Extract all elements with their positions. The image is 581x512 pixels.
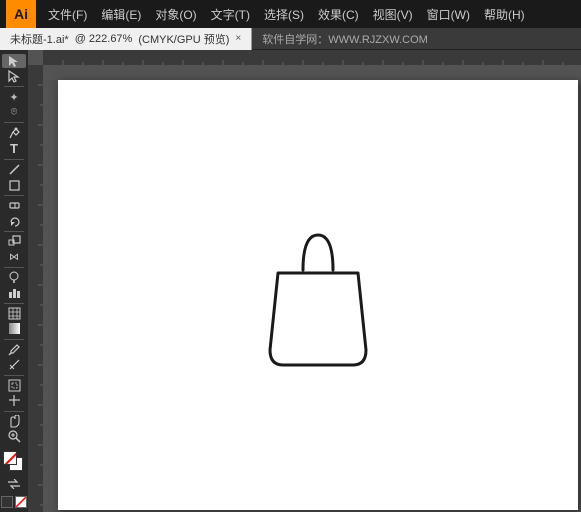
solid-color-icon[interactable] xyxy=(1,496,13,508)
none-color-icon[interactable] xyxy=(15,496,27,508)
zoom-tool[interactable] xyxy=(2,430,26,444)
eyedropper-tool[interactable] xyxy=(2,343,26,357)
tool-divider-5 xyxy=(4,231,24,232)
tool-divider-2 xyxy=(4,122,24,123)
type-tool[interactable]: T xyxy=(2,141,26,156)
tab-bar: 未标题-1.ai* @ 222.67% (CMYK/GPU 预览) × 软件自学… xyxy=(0,28,581,50)
menu-file[interactable]: 文件(F) xyxy=(42,4,93,25)
menu-view[interactable]: 视图(V) xyxy=(367,4,419,25)
tool-divider-8 xyxy=(4,339,24,340)
active-tab[interactable]: 未标题-1.ai* @ 222.67% (CMYK/GPU 预览) × xyxy=(0,28,252,50)
tool-divider-7 xyxy=(4,303,24,304)
direct-selection-tool[interactable] xyxy=(2,69,26,83)
menu-edit[interactable]: 编辑(E) xyxy=(95,4,147,25)
tab-colormode: (CMYK/GPU 预览) xyxy=(138,31,229,47)
toolbar: ✦ ⌾ T xyxy=(0,50,28,512)
menu-select[interactable]: 选择(S) xyxy=(258,4,310,25)
canvas-area xyxy=(28,50,581,512)
hand-tool[interactable] xyxy=(2,415,26,429)
lasso-tool[interactable]: ⌾ xyxy=(2,105,26,119)
tool-divider-4 xyxy=(4,195,24,196)
eraser-tool[interactable] xyxy=(2,199,26,213)
site-info: 软件自学网：WWW.RJZXW.COM xyxy=(262,31,428,47)
menu-object[interactable]: 对象(O) xyxy=(149,4,202,25)
title-bar: Ai 文件(F) 编辑(E) 对象(O) 文字(T) 选择(S) 效果(C) 视… xyxy=(0,0,581,28)
main-layout: ✦ ⌾ T xyxy=(0,50,581,512)
menu-effect[interactable]: 效果(C) xyxy=(312,4,365,25)
blend-tool[interactable]: ⋈ xyxy=(2,250,26,264)
menu-text[interactable]: 文字(T) xyxy=(205,4,256,25)
color-mode-row xyxy=(1,496,27,508)
ruler-vertical xyxy=(28,65,43,512)
tool-divider-10 xyxy=(4,411,24,412)
tool-divider-3 xyxy=(4,159,24,160)
pen-tool[interactable] xyxy=(2,126,26,140)
menu-window[interactable]: 窗口(W) xyxy=(421,4,476,25)
tab-close-button[interactable]: × xyxy=(235,33,241,44)
slice-tool[interactable] xyxy=(2,394,26,408)
rotate-tool[interactable] xyxy=(2,214,26,228)
column-graph-tool[interactable] xyxy=(2,286,26,300)
mesh-tool[interactable] xyxy=(2,307,26,321)
color-area xyxy=(0,445,28,512)
measure-tool[interactable] xyxy=(2,358,26,372)
ai-logo: Ai xyxy=(6,0,36,28)
tab-title: 未标题-1.ai* xyxy=(10,31,69,47)
ruler-horizontal xyxy=(43,50,581,65)
selection-tool[interactable] xyxy=(2,54,26,68)
handbag-illustration xyxy=(218,195,418,395)
menu-help[interactable]: 帮助(H) xyxy=(478,4,531,25)
fill-swatch[interactable] xyxy=(3,451,17,465)
gradient-tool[interactable] xyxy=(2,322,26,336)
scale-tool[interactable] xyxy=(2,235,26,249)
artboard-tool[interactable] xyxy=(2,379,26,393)
tool-divider-9 xyxy=(4,375,24,376)
menu-bar: 文件(F) 编辑(E) 对象(O) 文字(T) 选择(S) 效果(C) 视图(V… xyxy=(42,4,531,25)
line-tool[interactable] xyxy=(2,163,26,177)
swap-colors-icon[interactable] xyxy=(7,479,21,492)
tab-zoom: @ 222.67% xyxy=(75,33,133,45)
magic-wand-tool[interactable]: ✦ xyxy=(2,90,26,104)
tool-divider-6 xyxy=(4,267,24,268)
art-canvas xyxy=(58,80,578,510)
rectangle-tool[interactable] xyxy=(2,178,26,192)
symbol-sprayer-tool[interactable] xyxy=(2,271,26,285)
tool-divider-1 xyxy=(4,86,24,87)
